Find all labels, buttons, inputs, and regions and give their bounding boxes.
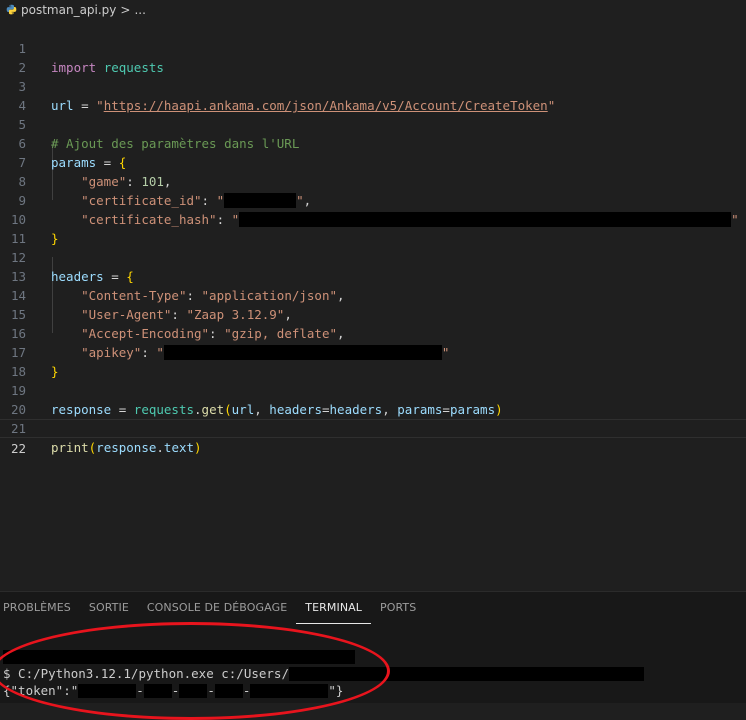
code-line-17: 17 } — [0, 324, 746, 379]
redacted-value — [143, 684, 172, 698]
line-number: 22 — [10, 441, 26, 456]
code-line-11: 11 — [0, 210, 746, 246]
breadcrumb: postman_api.py > ... — [0, 0, 746, 19]
code-line-6: 6 params = { — [0, 115, 746, 170]
terminal-output-end: "} — [328, 683, 344, 698]
redacted-value — [250, 684, 329, 698]
tab-terminal[interactable]: TERMINAL — [296, 592, 371, 624]
code-line-19: 19 response = requests.get(url, headers=… — [0, 362, 746, 417]
code-line-12: 12 headers = { — [0, 229, 746, 284]
code-line-5: 5 # Ajout des paramètres dans l'URL — [0, 96, 746, 151]
code-line-1: 1 import requests — [0, 20, 746, 75]
redacted-value — [288, 667, 644, 681]
code-line-14: 14 "User-Agent": "Zaap 3.12.9", — [0, 267, 746, 322]
terminal-command-line[interactable]: $ C:/Python3.12.1/python.exe c:/Users/ — [3, 665, 644, 683]
code-line-4: 4 — [0, 77, 746, 113]
tab-output[interactable]: SORTIE — [80, 592, 138, 624]
python-file-icon — [6, 4, 17, 15]
code-line-8: 8 "certificate_id": " ", — [0, 153, 746, 208]
function-name: print — [51, 440, 89, 455]
code-line-16: 16 "apikey": " " — [0, 305, 746, 360]
terminal-command: $ C:/Python3.12.1/python.exe c:/Users/ — [3, 666, 289, 681]
breadcrumb-more[interactable]: ... — [134, 3, 145, 17]
panel-tabs: PROBLÈMES SORTIE CONSOLE DE DÉBOGAGE TER… — [0, 592, 425, 624]
tab-ports[interactable]: PORTS — [371, 592, 425, 624]
code-editor[interactable]: 1 import requests 2 3 url = "https://haa… — [0, 19, 746, 591]
code-line-13: 13 "Content-Type": "application/json", — [0, 248, 746, 303]
redacted-value — [3, 650, 355, 664]
code-line-10: 10 } — [0, 191, 746, 246]
code-line-18: 18 — [0, 343, 746, 379]
redacted-value — [179, 684, 208, 698]
tab-debug-console[interactable]: CONSOLE DE DÉBOGAGE — [138, 592, 296, 624]
terminal-output-line: {"token":" - - - - "} — [3, 683, 344, 698]
breadcrumb-file[interactable]: postman_api.py — [21, 3, 116, 17]
breadcrumb-chevron-icon: > — [120, 2, 131, 17]
terminal-output-start: {"token":" — [3, 683, 79, 698]
code-line-7: 7 "game": 101, — [0, 134, 746, 189]
code-line-22-current[interactable]: 22 — [0, 419, 746, 456]
code-line-15: 15 "Accept-Encoding": "gzip, deflate", — [0, 286, 746, 341]
terminal-redacted-line — [3, 648, 355, 666]
redacted-value — [214, 684, 243, 698]
code-line-21: 21 print(response.text) — [0, 400, 746, 455]
tab-problems[interactable]: PROBLÈMES — [0, 592, 80, 624]
code-line-3: 3 url = "https://haapi.ankama.com/json/A… — [0, 58, 746, 113]
code-line-20: 20 — [0, 381, 746, 417]
code-line-9: 9 "certificate_hash": " " — [0, 172, 746, 227]
redacted-value — [78, 684, 137, 698]
code-line-2: 2 — [0, 39, 746, 75]
